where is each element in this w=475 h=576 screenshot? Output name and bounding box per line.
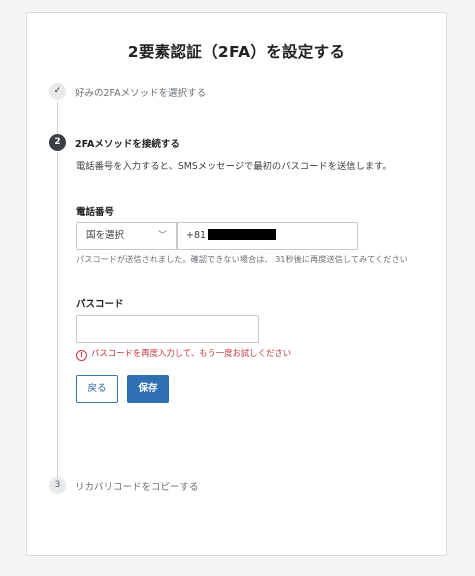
passcode-error: ! パスコードを再度入力して、もう一度お試しください	[76, 347, 291, 361]
step-1-indicator: ✓	[49, 83, 66, 100]
passcode-label: パスコード	[76, 299, 124, 310]
step-description: 電話番号を入力すると、SMSメッセージで最初のパスコードを送信します。	[76, 161, 392, 172]
phone-label: 電話番号	[76, 207, 115, 218]
passcode-input[interactable]	[76, 315, 259, 343]
error-text: パスコードを再度入力して、もう一度お試しください	[91, 348, 292, 358]
country-select[interactable]: 国を選択 ﹀	[76, 222, 177, 250]
phone-input[interactable]: +81	[177, 222, 358, 250]
step-2-label: 2FAメソッドを接続する	[75, 139, 180, 150]
step-connector	[57, 152, 58, 477]
redacted-phone-number	[208, 229, 277, 240]
resend-hint: パスコードが送信されました。確認できない場合は、 31秒後に再度送信してみてくだ…	[76, 254, 408, 264]
country-select-value: 国を選択	[86, 230, 125, 241]
check-icon: ✓	[53, 86, 62, 96]
step-3-label: リカバリコードをコピーする	[75, 482, 199, 493]
chevron-down-icon: ﹀	[157, 231, 167, 241]
step-1-label: 好みの2FAメソッドを選択する	[75, 88, 207, 99]
step-2-indicator: 2	[49, 134, 66, 151]
step-3-indicator: 3	[49, 477, 66, 494]
back-button[interactable]: 戻る	[76, 375, 118, 403]
save-button[interactable]: 保存	[127, 375, 169, 403]
step-connector	[57, 101, 58, 134]
error-icon: !	[76, 350, 87, 361]
page-title: 2要素認証（2FA）を設定する	[127, 43, 346, 61]
phone-prefix: +81	[186, 230, 207, 241]
setup-card: 2要素認証（2FA）を設定する ✓ 好みの2FAメソッドを選択する 2 2FAメ…	[26, 12, 447, 556]
